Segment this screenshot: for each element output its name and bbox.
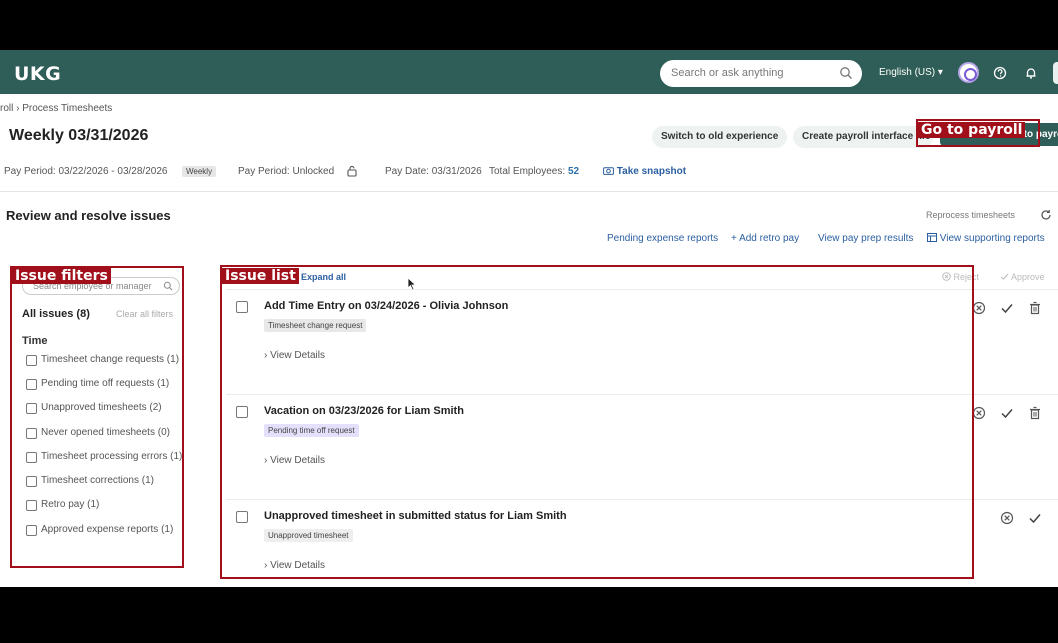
view-pay-prep-results-link[interactable]: View pay prep results <box>818 233 913 244</box>
side-panel-tab[interactable] <box>1053 62 1058 84</box>
app-window: UKG Search or ask anything English (US) … <box>0 50 1058 587</box>
approve-all-button[interactable]: Approve <box>1000 272 1045 282</box>
total-employees-value[interactable]: 52 <box>568 166 579 177</box>
create-payroll-interface-button[interactable]: Create payroll interface file <box>793 126 933 148</box>
take-snapshot-link[interactable]: Take snapshot <box>603 166 686 177</box>
approve-check-icon[interactable] <box>1028 511 1042 525</box>
approve-label: Approve <box>1011 272 1045 282</box>
search-icon[interactable] <box>839 66 853 80</box>
add-retro-pay-label: Add retro pay <box>739 233 800 244</box>
take-snapshot-label: Take snapshot <box>616 166 687 177</box>
ukg-logo[interactable]: UKG <box>14 63 61 85</box>
issue-list-annotation-label: Issue list <box>222 268 299 284</box>
avatar[interactable] <box>958 62 979 83</box>
plus-icon: + <box>731 233 740 244</box>
pay-period-status: Pay Period: Unlocked <box>238 166 335 177</box>
unlock-icon[interactable] <box>347 165 357 177</box>
approve-check-icon[interactable] <box>1000 406 1014 420</box>
reject-icon[interactable] <box>972 406 986 420</box>
breadcrumb[interactable]: roll › Process Timesheets <box>0 103 112 114</box>
language-selector[interactable]: English (US) ▾ <box>879 67 943 78</box>
switch-old-experience-button[interactable]: Switch to old experience <box>652 126 788 148</box>
top-bar: UKG Search or ask anything English (US) … <box>0 50 1058 94</box>
view-supporting-reports-link[interactable]: View supporting reports <box>927 233 1045 244</box>
approve-check-icon[interactable] <box>1000 301 1014 315</box>
report-icon <box>927 233 937 242</box>
view-supporting-reports-label: View supporting reports <box>939 233 1045 244</box>
divider <box>0 191 1058 192</box>
bell-icon[interactable] <box>1024 66 1038 80</box>
frequency-badge: Weekly <box>182 166 217 177</box>
total-employees: Total Employees: 52 <box>489 166 579 177</box>
reprocess-timesheets-button[interactable]: Reprocess timesheets <box>926 210 1015 220</box>
check-icon <box>1000 273 1009 280</box>
refresh-icon[interactable] <box>1040 209 1052 221</box>
add-retro-pay-link[interactable]: + Add retro pay <box>731 233 799 244</box>
go-to-payroll-annotation-label: Go to payroll <box>918 122 1026 138</box>
reject-icon[interactable] <box>1000 511 1014 525</box>
section-title: Review and resolve issues <box>6 208 171 223</box>
total-employees-label: Total Employees: <box>489 166 566 177</box>
reject-icon[interactable] <box>972 301 986 315</box>
pay-period-dates: Pay Period: 03/22/2026 - 03/28/2026 <box>4 166 168 177</box>
global-search-input[interactable]: Search or ask anything <box>660 60 862 87</box>
issue-filters-annotation-box <box>10 266 184 568</box>
camera-icon <box>603 167 614 175</box>
trash-icon[interactable] <box>1028 301 1042 315</box>
issue-list-annotation-box <box>220 265 974 579</box>
help-icon[interactable] <box>993 66 1007 80</box>
issue-filters-annotation-label: Issue filters <box>12 268 111 284</box>
page-title: Weekly 03/31/2026 <box>9 127 149 144</box>
pending-expense-reports-link[interactable]: Pending expense reports <box>607 233 718 244</box>
search-placeholder: Search or ask anything <box>671 67 784 79</box>
pay-date: Pay Date: 03/31/2026 <box>385 166 482 177</box>
trash-icon[interactable] <box>1028 406 1042 420</box>
